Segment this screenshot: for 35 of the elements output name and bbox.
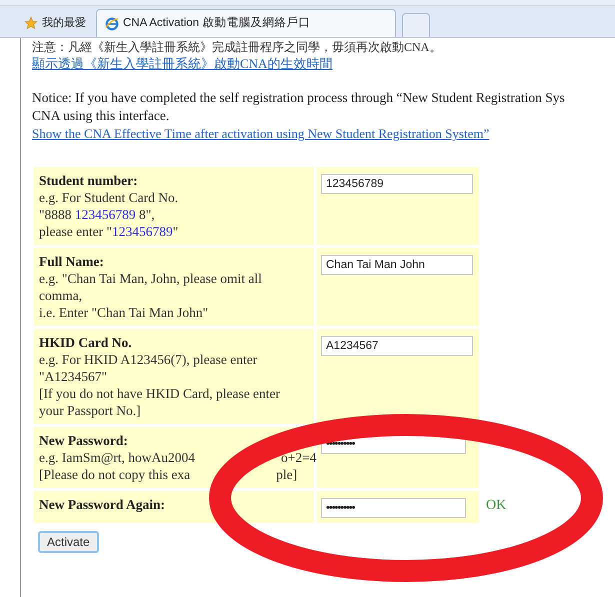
hint-text: please enter " <box>39 224 112 239</box>
hint-text: [If you do not have HKID Card, please enter your Passport No.] <box>39 386 280 418</box>
field-label: New Password Again: <box>39 496 166 513</box>
hint-text: e.g. IamSm@rt, howAu2004 <box>39 450 196 465</box>
hint-text: e.g. For HKID A123456(7), please enter "A1234567" <box>39 352 258 384</box>
field-label: New Password: <box>39 432 129 449</box>
browser-icon <box>105 16 119 30</box>
notice-text: Notice: If you have completed the self registration process through “New Student Registration Sys <box>32 89 566 107</box>
field-label: Full Name: <box>39 253 105 270</box>
hint-text: "8888 <box>39 207 73 222</box>
hint-text: 8", <box>138 207 155 222</box>
browser-tab[interactable]: CNA Activation 啟動電腦及網絡戶口 <box>96 9 396 37</box>
time-link[interactable]: Show the CNA Effective Time after activation using New Student Registration System” <box>32 125 615 143</box>
hint-text: 123456789 <box>112 224 173 239</box>
hint-text: i.e. Enter "Chan Tai Man John" <box>39 305 208 320</box>
favorites-button[interactable]: 我的最愛 <box>20 9 90 37</box>
notice-text: 注意：凡經《新生入學註冊系統》完成註冊程序之同學，毋須再次啟動CNA。 <box>32 40 442 55</box>
notice-text: CNA using this interface. <box>32 107 170 125</box>
hint-text: [Please do not copy this exa <box>39 467 190 482</box>
text-field[interactable]: A1234567 <box>321 336 473 356</box>
time-link[interactable]: 顯示透過《新生入學註冊系統》啟動CNA的生效時間 <box>32 55 615 73</box>
activate-button[interactable]: Activate <box>38 531 99 553</box>
text-field[interactable]: Chan Tai Man John <box>321 255 473 275</box>
status-text: OK <box>486 497 506 515</box>
star-icon <box>24 16 38 30</box>
hint-text: o+2=4 <box>281 450 317 465</box>
hint-text: 123456789 <box>74 207 136 222</box>
hint-text: e.g. For Student Card No. <box>39 190 178 205</box>
hint-text: " <box>172 224 178 239</box>
hint-text: ple] <box>276 467 298 482</box>
field-label: Student number: <box>39 172 139 189</box>
new-tab-button[interactable] <box>402 13 430 37</box>
text-field[interactable]: 123456789 <box>321 174 473 194</box>
field-label: HKID Card No. <box>39 334 133 351</box>
password-field[interactable]: •••••••••• <box>321 498 466 518</box>
